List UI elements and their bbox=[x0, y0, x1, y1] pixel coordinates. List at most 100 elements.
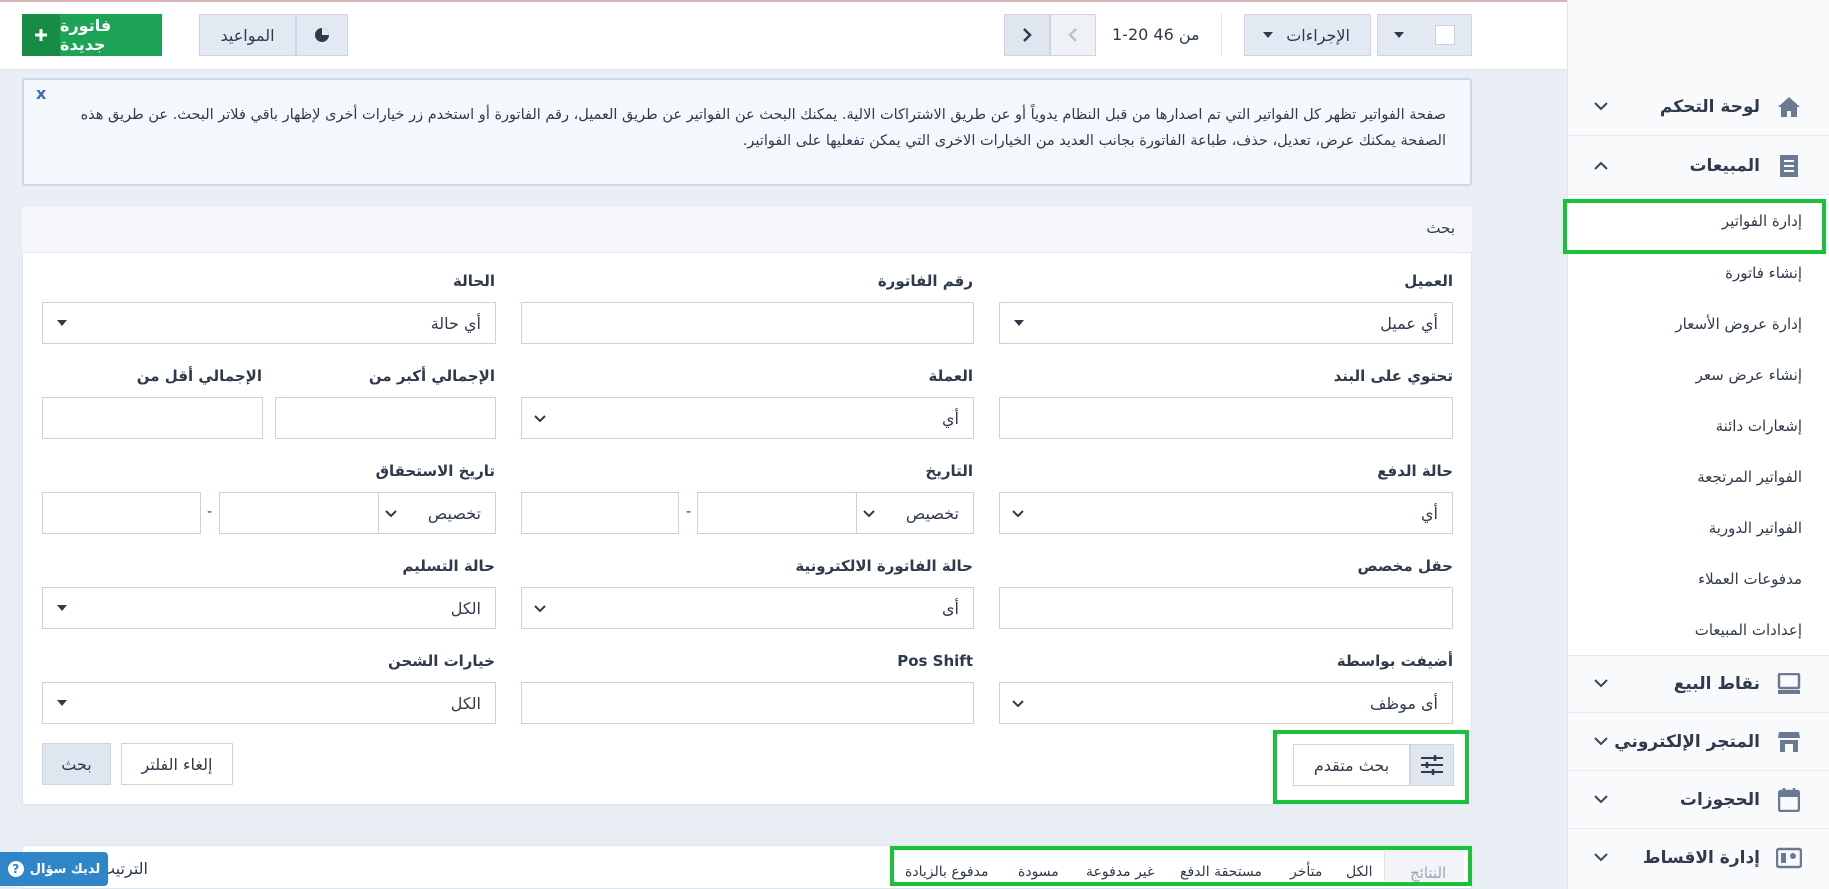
date-from-input[interactable] bbox=[521, 492, 679, 534]
date-select[interactable]: تخصيص bbox=[856, 492, 974, 534]
add-icon[interactable] bbox=[22, 14, 60, 56]
total-lt-label: الإجمالي أقل من bbox=[136, 367, 262, 385]
pos-shift-label: Pos Shift bbox=[897, 652, 973, 670]
advanced-search-button[interactable]: بحث متقدم bbox=[1293, 744, 1410, 786]
einvoice-select[interactable]: أى bbox=[521, 587, 974, 629]
help-button[interactable]: لديك سؤال ? bbox=[0, 852, 108, 886]
chevron-up-icon bbox=[1594, 158, 1608, 174]
actions-label: الإجراءات bbox=[1286, 25, 1350, 45]
installments-icon bbox=[1776, 845, 1802, 871]
sidebar-sub-credit-notes[interactable]: إشعارات دائنة bbox=[1568, 400, 1829, 451]
select-all-dropdown[interactable] bbox=[1377, 14, 1472, 56]
prev-page-button[interactable] bbox=[1050, 14, 1096, 56]
tab-draft[interactable]: مسودة bbox=[1018, 864, 1059, 880]
tab-all[interactable]: الكل bbox=[1346, 864, 1373, 880]
sidebar-sub-recurring[interactable]: الفواتير الدورية bbox=[1568, 502, 1829, 553]
item-input[interactable] bbox=[999, 397, 1453, 439]
pos-terminal-icon bbox=[1776, 671, 1802, 697]
chevron-down-icon bbox=[1012, 507, 1024, 522]
top-accent-line bbox=[0, 0, 1567, 2]
chevron-down-icon bbox=[534, 602, 546, 617]
search-panel-header bbox=[22, 207, 1472, 253]
question-icon: ? bbox=[7, 861, 24, 877]
search-button[interactable]: بحث bbox=[42, 743, 111, 785]
sidebar-item-store[interactable]: المتجر الإلكتروني bbox=[1568, 713, 1829, 771]
currency-value: أي bbox=[942, 408, 959, 428]
calendar-icon bbox=[1776, 787, 1802, 813]
invoice-no-label: رقم الفاتورة bbox=[877, 272, 973, 290]
sidebar-sub-manage-quotes[interactable]: إدارة عروض الأسعار bbox=[1568, 298, 1829, 349]
added-by-select[interactable]: أى موظف bbox=[999, 682, 1453, 724]
total-lt-input[interactable] bbox=[42, 397, 263, 439]
currency-select[interactable]: أي bbox=[521, 397, 974, 439]
help-label: لديك سؤال bbox=[29, 861, 101, 877]
added-by-label: أضيفت بواسطة bbox=[1336, 652, 1453, 670]
due-date-select[interactable]: تخصيص bbox=[378, 492, 496, 534]
total-gt-label: الإجمالي أكبر من bbox=[368, 367, 495, 385]
pos-shift-input[interactable] bbox=[521, 682, 974, 724]
manage-invoices-highlight bbox=[1563, 199, 1826, 254]
custom-field-label: حقل مخصص bbox=[1357, 557, 1453, 575]
caret-down-icon bbox=[57, 700, 67, 706]
client-select[interactable]: أي عميل bbox=[999, 302, 1453, 344]
sidebar-sub-create-invoice[interactable]: إنشاء فاتورة bbox=[1568, 247, 1829, 298]
due-date-label: تاريخ الاستحقاق bbox=[375, 462, 495, 480]
chevron-down-icon bbox=[385, 507, 397, 522]
due-date-separator: - bbox=[207, 504, 213, 520]
caret-down-icon bbox=[1263, 32, 1273, 38]
sidebar-sub-client-payments[interactable]: مدفوعات العملاء bbox=[1568, 553, 1829, 604]
due-date-from-input[interactable] bbox=[42, 492, 201, 534]
added-by-value: أى موظف bbox=[1369, 693, 1438, 713]
custom-field-input[interactable] bbox=[999, 587, 1453, 629]
next-page-button[interactable] bbox=[1004, 14, 1050, 56]
invoice-no-input[interactable] bbox=[521, 302, 974, 344]
currency-label: العملة bbox=[928, 367, 973, 385]
close-icon[interactable]: x bbox=[36, 84, 46, 103]
chevron-down-icon bbox=[863, 507, 875, 522]
delivery-select[interactable]: الكل bbox=[42, 587, 496, 629]
caret-down-icon bbox=[57, 605, 67, 611]
sidebar-item-bookings[interactable]: الحجوزات bbox=[1568, 771, 1829, 829]
shipping-value: الكل bbox=[450, 693, 481, 713]
pie-chart-icon[interactable] bbox=[296, 14, 348, 56]
appointments-button[interactable]: المواعيد bbox=[199, 14, 296, 56]
status-label: الحالة bbox=[453, 272, 495, 290]
caret-down-icon bbox=[57, 320, 67, 326]
sidebar-label-store: المتجر الإلكتروني bbox=[1614, 731, 1760, 752]
sidebar-sub-sales-settings[interactable]: إعدادات المبيعات bbox=[1568, 604, 1829, 655]
client-label: العميل bbox=[1404, 272, 1453, 290]
sidebar-sub-create-quote[interactable]: إنشاء عرض سعر bbox=[1568, 349, 1829, 400]
tab-unpaid[interactable]: غير مدفوعة bbox=[1086, 864, 1154, 880]
actions-dropdown[interactable]: الإجراءات bbox=[1244, 14, 1371, 56]
einvoice-label: حالة الفاتورة الالكترونية bbox=[795, 557, 973, 575]
sliders-icon[interactable] bbox=[1410, 744, 1454, 786]
delivery-value: الكل bbox=[450, 598, 481, 618]
delivery-label: حالة التسليم bbox=[402, 557, 495, 575]
chevron-down-icon bbox=[1594, 99, 1608, 115]
status-value: أي حالة bbox=[430, 313, 481, 333]
chevron-down-icon bbox=[1594, 734, 1608, 750]
sidebar-item-sales[interactable]: المبيعات bbox=[1568, 137, 1829, 195]
cancel-filter-button[interactable]: إلغاء الفلتر bbox=[121, 743, 233, 785]
date-separator: - bbox=[686, 504, 692, 520]
date-to-input[interactable] bbox=[697, 492, 857, 534]
results-label: النتائج bbox=[1410, 864, 1447, 882]
payment-status-select[interactable]: أي bbox=[999, 492, 1453, 534]
search-title: بحث bbox=[1426, 219, 1455, 237]
einvoice-value: أى bbox=[942, 598, 959, 618]
total-gt-input[interactable] bbox=[275, 397, 496, 439]
shipping-select[interactable]: الكل bbox=[42, 682, 496, 724]
store-icon bbox=[1776, 729, 1802, 755]
sidebar-item-dashboard[interactable]: لوحة التحكم bbox=[1568, 78, 1829, 136]
sidebar-sub-refunds[interactable]: الفواتير المرتجعة bbox=[1568, 451, 1829, 502]
client-value: أي عميل bbox=[1380, 313, 1438, 333]
sidebar-item-installments[interactable]: إدارة الاقساط bbox=[1568, 829, 1829, 887]
due-date-to-input[interactable] bbox=[219, 492, 379, 534]
tab-due[interactable]: مستحقة الدفع bbox=[1180, 864, 1262, 880]
select-all-checkbox[interactable] bbox=[1435, 25, 1455, 45]
tab-overdue[interactable]: متأخر bbox=[1290, 864, 1322, 880]
tab-overpaid[interactable]: مدفوع بالزيادة bbox=[905, 864, 988, 880]
new-invoice-button[interactable]: فاتورة جديدة bbox=[60, 14, 162, 56]
sidebar-item-pos[interactable]: نقاط البيع bbox=[1568, 655, 1829, 713]
status-select[interactable]: أي حالة bbox=[42, 302, 496, 344]
